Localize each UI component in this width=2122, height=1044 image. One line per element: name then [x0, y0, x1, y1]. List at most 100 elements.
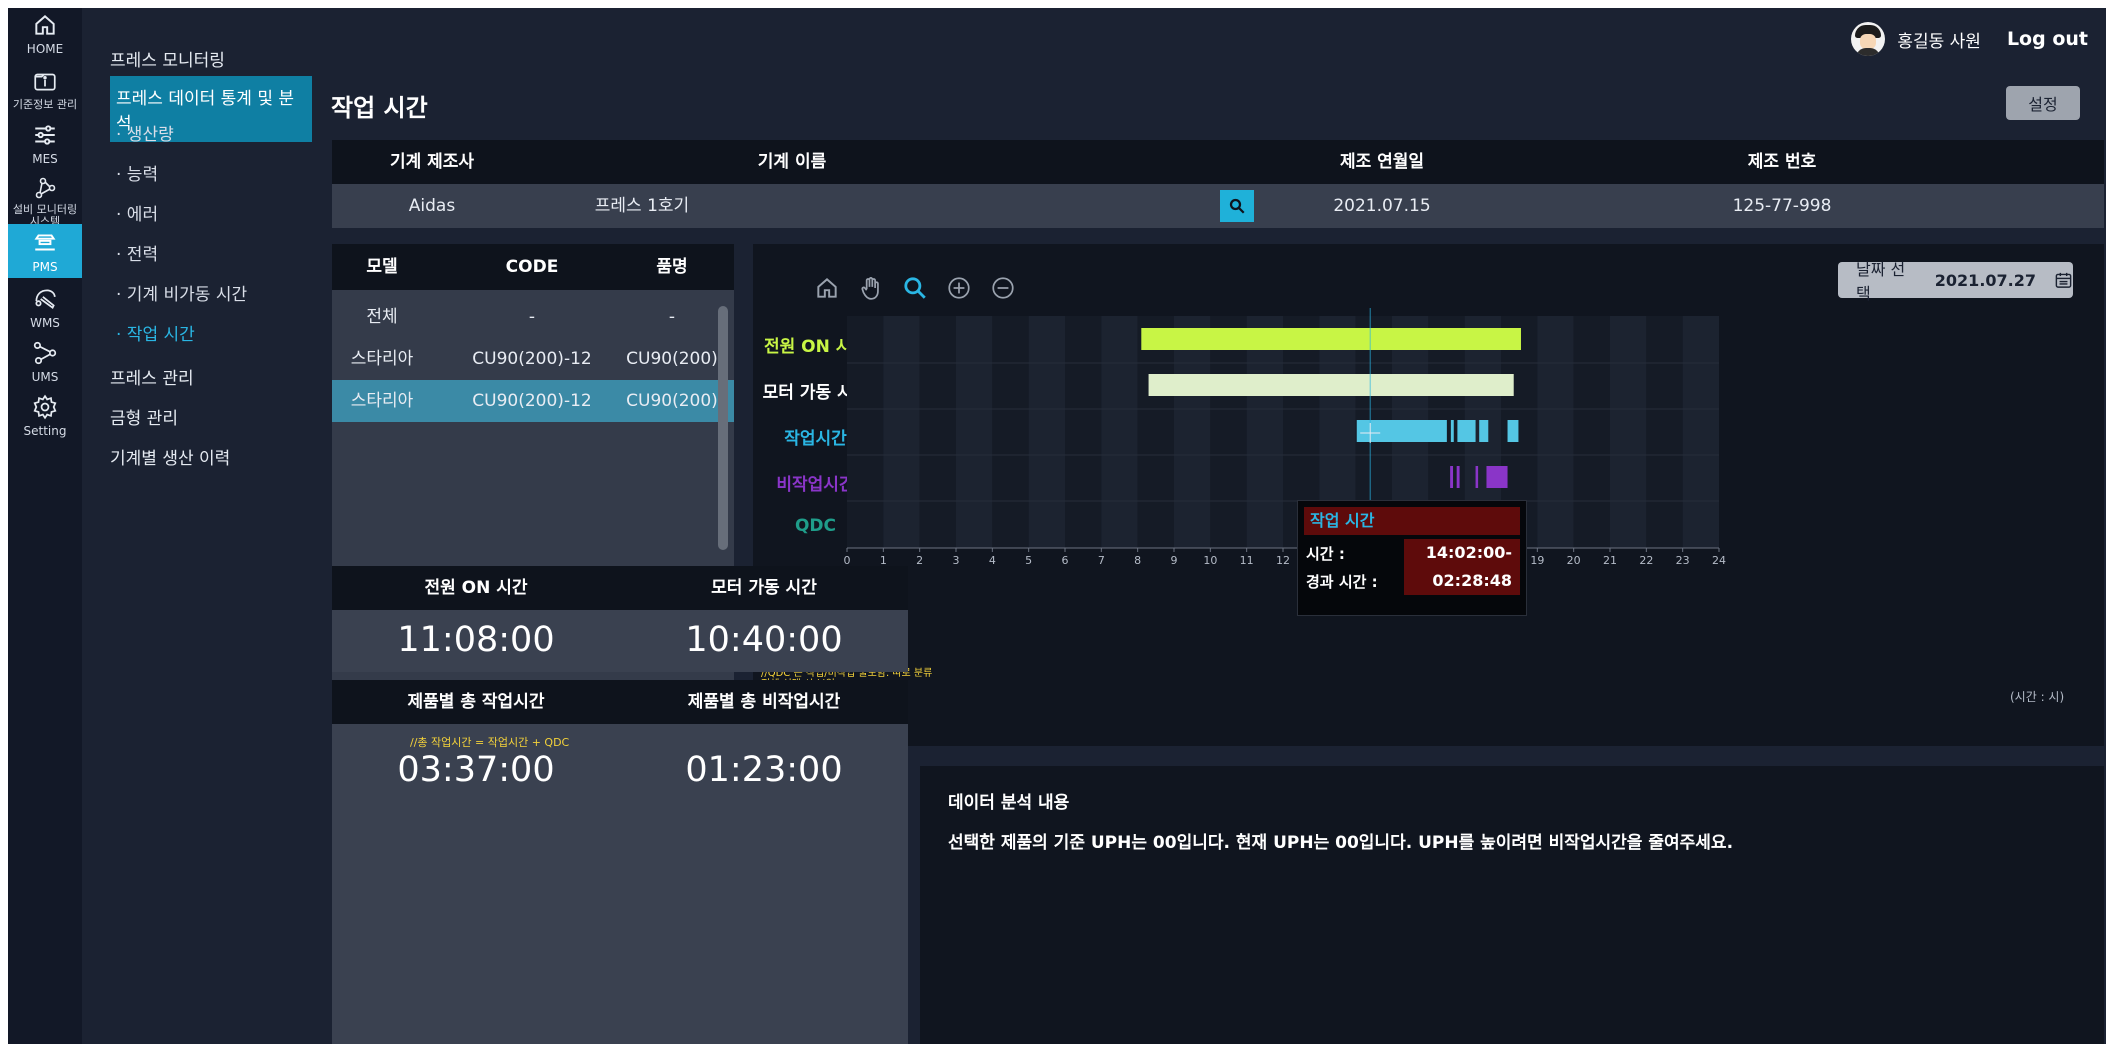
hour-column [883, 316, 920, 548]
hour-column [1610, 316, 1647, 548]
nav-master-data[interactable]: 기준정보 관리 [8, 68, 82, 118]
nav-wms-label: WMS [30, 316, 60, 330]
gear-icon [33, 394, 57, 420]
machine-name-value: 프레스 1호기 [594, 196, 690, 216]
gantt-bar [1141, 328, 1521, 350]
model-table-scrollbar[interactable] [718, 306, 728, 550]
x-tick-label: 21 [1603, 554, 1617, 567]
tooltip-title: 작업 시간 [1304, 507, 1520, 535]
gantt-bar [1450, 466, 1454, 488]
gantt-bar [1486, 466, 1508, 488]
logout-button[interactable]: Log out [2007, 28, 2088, 50]
gantt-bar [1475, 466, 1479, 488]
product-work-summary: 제품별 총 작업시간 제품별 총 비작업시간 //총 작업시간 = 작업시간 +… [332, 680, 908, 1044]
model-table-header: 모델 CODE 품명 [332, 244, 734, 290]
subnav-downtime[interactable]: · 기계 비가동 시간 [116, 280, 247, 305]
power-on-value: 11:08:00 [397, 620, 555, 660]
main-nav-rail: HOME 기준정보 관리 MES 설비 모니터링 시스템 PMS WMS UMS [8, 8, 82, 1044]
nav-setting[interactable]: Setting [8, 394, 82, 444]
hour-column [919, 316, 956, 548]
motor-value: 10:40:00 [685, 620, 843, 660]
subnav-work-time[interactable]: · 작업 시간 [116, 320, 195, 345]
nav-pms[interactable]: PMS [8, 224, 82, 278]
network-icon [33, 341, 57, 365]
work-time-tooltip: 작업 시간 시간 : 14:02:00-16:30:48 경과 시간 : 02:… [1297, 500, 1527, 616]
x-tick-label: 7 [1098, 554, 1105, 567]
sliders-icon [35, 125, 55, 145]
tooltip-time-value: 14:02:00-16:30:48 [1404, 539, 1520, 590]
cell-code: CU90(200)-12 [472, 391, 592, 411]
press-icon [34, 234, 56, 251]
hour-column [1246, 316, 1283, 548]
total-idle-label: 제품별 총 비작업시간 [687, 692, 841, 712]
hour-column [1065, 316, 1102, 548]
power-on-label: 전원 ON 시간 [424, 578, 528, 598]
gantt-bar [1456, 466, 1460, 488]
subnav-press-monitoring[interactable]: 프레스 모니터링 [110, 46, 225, 71]
gantt-chart[interactable]: 0123456789101112131415161718192021222324 [753, 244, 2104, 746]
maker-value: Aidas [408, 196, 456, 216]
power-motor-summary: 전원 ON 시간 모터 가동 시간 11:08:00 10:40:00 [332, 566, 908, 672]
subnav-error[interactable]: · 에러 [116, 200, 158, 225]
total-work-value: 03:37:00 [397, 750, 555, 790]
cell-model: 전체 [366, 307, 398, 327]
hour-column [1210, 316, 1247, 548]
header-date: 제조 연월일 [1339, 152, 1425, 172]
user-name: 홍길동 사원 [1897, 31, 1981, 52]
avatar[interactable] [1851, 22, 1886, 56]
manufacture-date-value: 2021.07.15 [1333, 196, 1431, 216]
nav-setting-label: Setting [23, 424, 67, 438]
motor-label: 모터 가동 시간 [711, 578, 817, 598]
tooltip-elapsed-value: 02:28:48 [1404, 567, 1520, 595]
header-name: 기계 이름 [757, 152, 827, 172]
gantt-bar [1507, 420, 1519, 442]
nav-ums[interactable]: UMS [8, 340, 82, 390]
hour-column [1101, 316, 1138, 548]
subnav-press-manage[interactable]: 프레스 관리 [110, 364, 194, 389]
subnav-capability[interactable]: · 능력 [116, 160, 158, 185]
x-tick-label: 5 [1025, 554, 1032, 567]
subnav-mold-manage[interactable]: 금형 관리 [110, 404, 178, 429]
x-tick-label: 12 [1276, 554, 1290, 567]
nav-home[interactable]: HOME [8, 12, 82, 62]
x-tick-label: 11 [1240, 554, 1254, 567]
hour-column [956, 316, 993, 548]
x-tick-label: 4 [989, 554, 996, 567]
user-area: 홍길동 사원 Log out [1851, 22, 2088, 56]
network-icon [35, 177, 56, 199]
unit-note: (시간 : 시) [2010, 690, 2065, 704]
hour-column [1573, 316, 1610, 548]
subnav-power[interactable]: · 전력 [116, 240, 158, 265]
x-tick-label: 2 [916, 554, 923, 567]
nav-home-label: HOME [26, 42, 64, 56]
gantt-bar [1479, 420, 1489, 442]
hour-column [1682, 316, 1719, 548]
analysis-title: 데이터 분석 내용 [948, 793, 1070, 813]
power-motor-summary-header: 전원 ON 시간 모터 가동 시간 [332, 566, 908, 610]
hour-column [1174, 316, 1211, 548]
tooltip-elapsed-label: 경과 시간 : [1306, 573, 1378, 591]
nav-equipment-monitoring[interactable]: 설비 모니터링 시스템 [8, 176, 82, 228]
hour-column [1028, 316, 1065, 548]
gantt-bar [1457, 420, 1476, 442]
formula-note: //총 작업시간 = 작업시간 + QDC [410, 736, 570, 749]
cell-product-name: CU90(200) [626, 349, 718, 369]
cell-code: - [528, 307, 536, 327]
nav-master-data-label: 기준정보 관리 [12, 98, 78, 111]
table-row[interactable]: 스타리아 CU90(200)-12 CU90(200) [332, 338, 734, 380]
analysis-panel: 데이터 분석 내용 선택한 제품의 기준 UPH는 00입니다. 현재 UPH는… [920, 766, 2104, 1044]
table-row[interactable]: 전체 - - [332, 296, 734, 338]
table-row-selected[interactable]: 스타리아 CU90(200)-12 CU90(200) [332, 380, 734, 422]
cell-model: 스타리아 [350, 391, 414, 411]
hour-column [1537, 316, 1574, 548]
subnav-production[interactable]: · 생산량 [116, 120, 174, 145]
x-tick-label: 9 [1171, 554, 1178, 567]
hour-column [847, 316, 884, 548]
settings-button[interactable]: 설정 [2006, 86, 2080, 120]
work-time-chart-panel: 날짜 선택 2021.07.27 전원 ON 시간 모터 가동 시간 작업시간 … [753, 244, 2104, 746]
nav-mes[interactable]: MES [8, 122, 82, 172]
app-window: HOME 기준정보 관리 MES 설비 모니터링 시스템 PMS WMS UMS [8, 8, 2106, 1044]
subnav-machine-history[interactable]: 기계별 생산 이력 [110, 444, 230, 469]
nav-wms[interactable]: WMS [8, 286, 82, 336]
page-title: 작업 시간 [331, 94, 428, 122]
